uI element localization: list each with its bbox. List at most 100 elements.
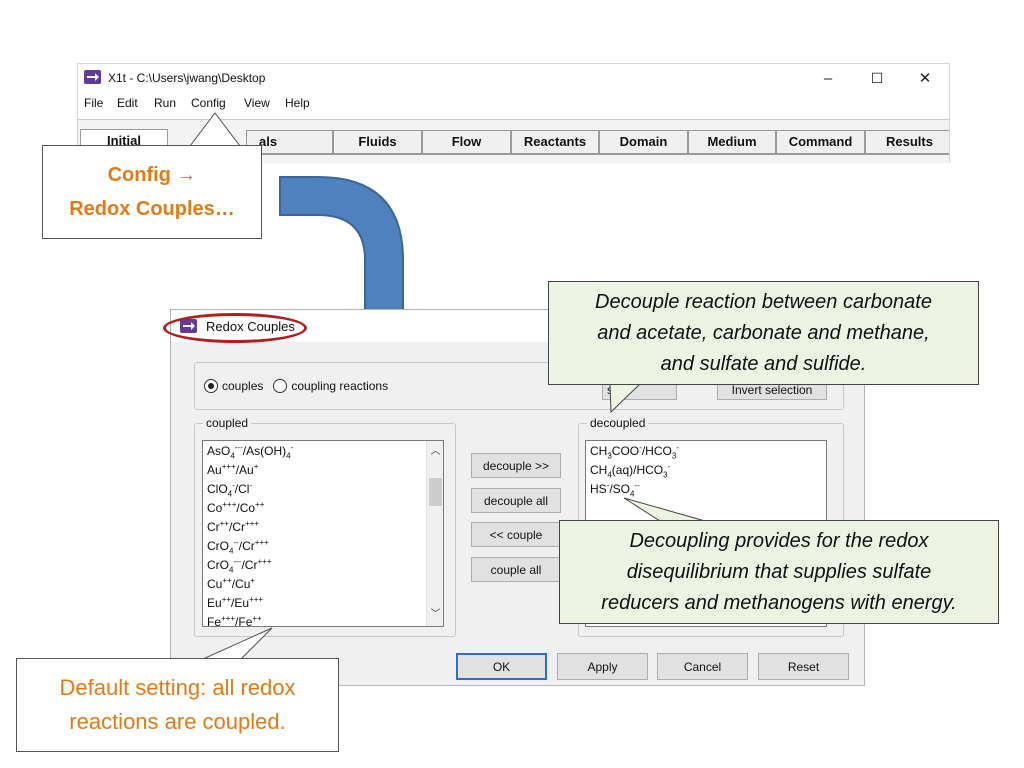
- cancel-button[interactable]: Cancel: [657, 653, 748, 680]
- reset-button[interactable]: Reset: [758, 653, 849, 680]
- formula-superscript: -: [290, 443, 294, 452]
- coupled-list-item[interactable]: Cu++/Cu+: [207, 576, 256, 592]
- coupled-list-item[interactable]: Fe+++/Fe++: [207, 614, 262, 630]
- app-title: X1t - C:\Users\jwang\Desktop: [108, 71, 266, 85]
- formula-part: HS: [590, 482, 607, 496]
- coupled-label: coupled: [203, 416, 252, 430]
- radio-coupling-reactions-label: coupling reactions: [291, 379, 389, 393]
- formula-part: /Eu: [231, 596, 250, 610]
- coupled-list-item[interactable]: CrO4--/Cr+++: [207, 538, 269, 556]
- formula-superscript: ++: [221, 595, 232, 604]
- coupled-list-item[interactable]: Cr++/Cr+++: [207, 519, 260, 535]
- couple-button[interactable]: << couple: [471, 522, 561, 547]
- formula-part: /Fe: [235, 615, 253, 629]
- coupled-list-item[interactable]: ClO4-/Cl-: [207, 482, 252, 499]
- menu-config[interactable]: Config: [191, 96, 226, 110]
- formula-superscript: -: [667, 462, 671, 471]
- formula-superscript: +: [250, 576, 256, 585]
- formula-part: Au: [207, 463, 222, 477]
- formula-part: Fe: [207, 615, 222, 629]
- formula-part: AsO: [207, 444, 231, 458]
- decouple-callout-line2: and acetate, carbonate and methane,: [597, 321, 930, 344]
- maximize-button[interactable]: ☐: [857, 66, 897, 90]
- tab-fluids[interactable]: Fluids: [333, 130, 422, 154]
- decoupled-list-item[interactable]: CH3COO-/HCO3-: [590, 443, 679, 461]
- mode-radio-row: couples coupling reactions: [204, 378, 398, 394]
- formula-part: Eu: [207, 596, 222, 610]
- tab-medium[interactable]: Medium: [688, 130, 776, 154]
- menu-edit[interactable]: Edit: [117, 96, 138, 110]
- formula-superscript: +++: [222, 500, 237, 509]
- menu-file[interactable]: File: [84, 96, 103, 110]
- formula-part: CrO: [207, 558, 229, 572]
- tab-domain[interactable]: Domain: [599, 130, 688, 154]
- formula-superscript: +++: [221, 614, 236, 623]
- formula-superscript: +++: [249, 595, 264, 604]
- formula-part: ClO: [207, 482, 228, 496]
- decouple-all-button[interactable]: decouple all: [471, 488, 561, 513]
- tab-flow[interactable]: Flow: [422, 130, 511, 154]
- coupled-list-item[interactable]: Au+++/Au+: [207, 462, 259, 478]
- decoupled-list-item[interactable]: CH4(aq)/HCO3-: [590, 462, 671, 480]
- apply-button[interactable]: Apply: [557, 653, 648, 680]
- formula-superscript: ++: [255, 500, 265, 509]
- decoupling-callout: Decoupling provides for the redox disequ…: [559, 520, 999, 624]
- formula-part: /Cr: [229, 520, 246, 534]
- coupled-listbox[interactable]: AsO4---/As(OH)4- Au+++/Au+ ClO4-/Cl- Co+++/…: [202, 440, 444, 630]
- radio-couples[interactable]: [204, 379, 218, 393]
- coupled-list-item[interactable]: AsO4---/As(OH)4-: [207, 443, 294, 461]
- decoupling-callout-line2: disequilibrium that supplies sulfate: [626, 560, 932, 583]
- coupled-list-item[interactable]: CrO4---/Cr+++: [207, 557, 272, 574]
- menu-run[interactable]: Run: [154, 96, 176, 110]
- config-callout-line2: Redox Couples…: [69, 198, 235, 220]
- coupled-scrollbar[interactable]: ︿ ﹀: [426, 441, 443, 626]
- tab-results[interactable]: Results: [865, 130, 949, 154]
- formula-part: COO: [611, 444, 640, 458]
- minimize-button[interactable]: –: [808, 66, 848, 90]
- formula-subscript: 4: [630, 489, 635, 499]
- formula-part: /Cl: [234, 482, 250, 496]
- formula-subscript: 4: [227, 489, 233, 499]
- formula-part: /Cr: [238, 539, 255, 553]
- scroll-thumb[interactable]: [429, 478, 442, 506]
- decoupling-callout-line3: reducers and methanogens with energy.: [601, 591, 957, 614]
- formula-subscript: 4: [229, 546, 234, 556]
- couple-all-button[interactable]: couple all: [471, 557, 561, 582]
- formula-part: /As(OH): [242, 444, 287, 458]
- formula-superscript: +++: [257, 557, 272, 566]
- tab-reactants[interactable]: Reactants: [511, 130, 599, 154]
- formula-part: Cr: [207, 520, 220, 534]
- formula-part: Cu: [207, 577, 223, 591]
- app-titlebar: X1t - C:\Users\jwang\Desktop – ☐ ✕: [78, 64, 949, 92]
- decoupling-callout-line1: Decoupling provides for the redox: [629, 529, 929, 552]
- formula-part: CH: [590, 444, 608, 458]
- formula-superscript: +: [253, 462, 259, 471]
- scroll-down-icon[interactable]: ﹀: [427, 607, 444, 623]
- formula-superscript: ++: [219, 519, 230, 528]
- formula-superscript: -: [676, 443, 679, 452]
- formula-part: CrO: [207, 539, 229, 553]
- tab-command[interactable]: Command: [776, 130, 865, 154]
- formula-subscript: 4: [230, 451, 235, 461]
- menu-help[interactable]: Help: [285, 96, 310, 110]
- formula-superscript: +++: [254, 538, 269, 547]
- decouple-button[interactable]: decouple >>: [471, 453, 561, 478]
- radio-coupling-reactions[interactable]: [273, 379, 288, 393]
- formula-superscript: +++: [245, 519, 260, 528]
- ok-button[interactable]: OK: [456, 653, 547, 680]
- app-arrow-icon: [84, 70, 101, 84]
- scroll-up-icon[interactable]: ︿: [427, 444, 444, 460]
- formula-subscript: 3: [671, 451, 677, 461]
- close-button[interactable]: ✕: [905, 66, 945, 90]
- formula-part: /Au: [235, 463, 254, 477]
- radio-couples-label: couples: [222, 379, 264, 393]
- coupled-list-item[interactable]: Co+++/Co++: [207, 500, 265, 516]
- menu-view[interactable]: View: [244, 96, 270, 110]
- decoupled-list-item[interactable]: HS-/SO4--: [590, 481, 640, 499]
- config-callout-line1: Config →: [107, 164, 197, 186]
- formula-part: /Cu: [231, 577, 251, 591]
- coupled-list-item[interactable]: Eu++/Eu+++: [207, 595, 264, 611]
- formula-part: CH: [590, 463, 608, 477]
- formula-subscript: 3: [663, 470, 668, 480]
- formula-superscript: --: [634, 481, 640, 490]
